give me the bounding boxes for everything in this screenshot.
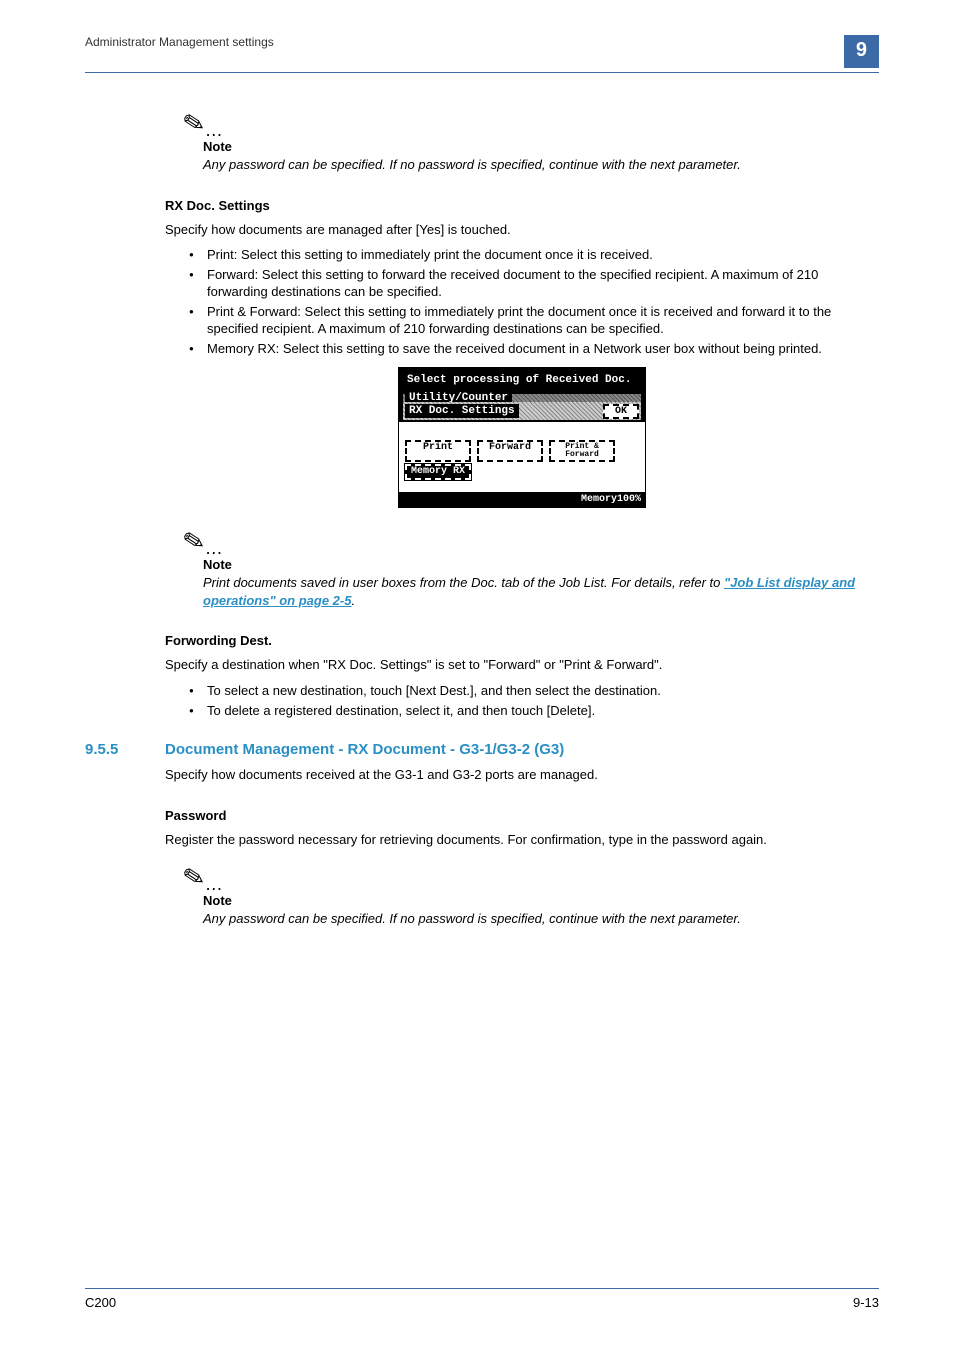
- screen-name: RX Doc. Settings: [405, 404, 519, 418]
- list-item: To select a new destination, touch [Next…: [189, 682, 879, 700]
- print-button[interactable]: Print: [405, 440, 471, 462]
- note-block-3: ✎… Note Any password can be specified. I…: [165, 862, 879, 928]
- print-forward-button[interactable]: Print & Forward: [549, 440, 615, 462]
- ellipsis-icon: …: [205, 538, 224, 558]
- note-block-2: ✎… Note Print documents saved in user bo…: [165, 526, 879, 609]
- rx-heading: RX Doc. Settings: [165, 198, 879, 213]
- note-block-1: ✎… Note Any password can be specified. I…: [165, 108, 879, 174]
- note-label: Note: [203, 893, 879, 908]
- memory-status: Memory100%: [399, 492, 645, 507]
- ellipsis-icon: …: [205, 874, 224, 894]
- note-text: Any password can be specified. If no pas…: [203, 910, 879, 928]
- section-heading: 9.5.5 Document Management - RX Document …: [85, 741, 879, 758]
- footer-left: C200: [85, 1295, 116, 1310]
- note-text: Any password can be specified. If no pas…: [203, 156, 879, 174]
- forward-button[interactable]: Forward: [477, 440, 543, 462]
- memory-rx-button[interactable]: Memory RX: [405, 464, 471, 480]
- fwd-bullets: To select a new destination, touch [Next…: [165, 682, 879, 719]
- pencil-icon: ✎: [180, 106, 208, 141]
- footer-right: 9-13: [853, 1295, 879, 1310]
- page-header: Administrator Management settings 9: [85, 35, 879, 73]
- ok-button[interactable]: OK: [603, 404, 639, 419]
- section-title: Document Management - RX Document - G3-1…: [165, 741, 564, 758]
- pencil-icon: ✎: [180, 524, 208, 559]
- note-label: Note: [203, 139, 879, 154]
- ellipsis-icon: …: [205, 120, 224, 140]
- note-text: Print documents saved in user boxes from…: [203, 574, 879, 609]
- note-label: Note: [203, 557, 879, 572]
- screenshot-title: Select processing of Received Doc.: [399, 368, 645, 388]
- note-prefix: Print documents saved in user boxes from…: [203, 575, 724, 590]
- list-item: Print: Select this setting to immediatel…: [189, 246, 879, 264]
- section-intro: Specify how documents received at the G3…: [165, 766, 879, 784]
- chapter-number: 9: [844, 35, 879, 68]
- fwd-intro: Specify a destination when "RX Doc. Sett…: [165, 656, 879, 674]
- list-item: Memory RX: Select this setting to save t…: [189, 340, 879, 358]
- list-item: To delete a registered destination, sele…: [189, 702, 879, 720]
- list-item: Forward: Select this setting to forward …: [189, 266, 879, 301]
- password-heading: Password: [165, 808, 879, 823]
- password-text: Register the password necessary for retr…: [165, 831, 879, 849]
- rx-intro: Specify how documents are managed after …: [165, 221, 879, 239]
- list-item: Print & Forward: Select this setting to …: [189, 303, 879, 338]
- pencil-icon: ✎: [180, 860, 208, 895]
- device-screenshot: Select processing of Received Doc. Utili…: [398, 367, 646, 508]
- note-suffix: .: [351, 593, 355, 608]
- header-title: Administrator Management settings: [85, 35, 274, 49]
- fwd-heading: Forwording Dest.: [165, 633, 879, 648]
- page-footer: C200 9-13: [85, 1288, 879, 1310]
- section-number: 9.5.5: [85, 741, 165, 758]
- rx-bullets: Print: Select this setting to immediatel…: [165, 246, 879, 357]
